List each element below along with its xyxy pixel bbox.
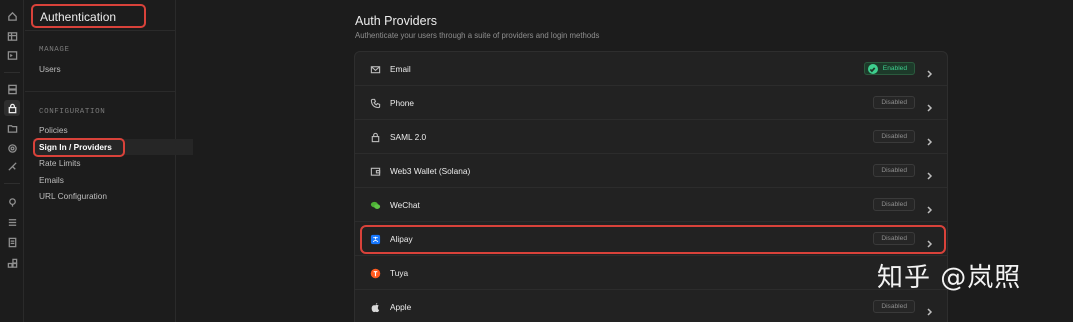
provider-name: Apple <box>390 302 412 312</box>
provider-row-wechat[interactable]: WeChat Disabled <box>355 188 947 222</box>
check-circle-icon <box>867 64 878 74</box>
chevron-right-icon <box>926 201 933 214</box>
sidebar-item-url-configuration[interactable]: URL Configuration <box>39 189 107 203</box>
realtime-icon[interactable] <box>4 140 20 156</box>
sidebar-item-users[interactable]: Users <box>39 62 61 76</box>
advisor-bulb-icon[interactable] <box>4 194 20 210</box>
integrations-icon[interactable] <box>4 255 20 271</box>
providers-list: Email Enabled Phone Disabled SAML 2.0 Di… <box>354 51 948 322</box>
section-heading-configuration: CONFIGURATION <box>39 108 106 116</box>
provider-row-saml[interactable]: SAML 2.0 Disabled <box>355 120 947 154</box>
lock-icon <box>369 131 381 143</box>
chevron-right-icon <box>926 133 933 146</box>
chevron-right-icon <box>926 65 933 78</box>
status-badge-disabled: Disabled <box>873 300 915 313</box>
database-icon[interactable] <box>4 81 20 97</box>
sidebar-item-policies[interactable]: Policies <box>39 123 68 137</box>
status-badge-disabled: Disabled <box>873 130 915 143</box>
status-text: Enabled <box>882 65 907 72</box>
sidebar-title: Authentication <box>31 4 146 28</box>
provider-name: Tuya <box>390 268 409 278</box>
icon-rail <box>0 0 24 322</box>
provider-name: WeChat <box>390 200 420 210</box>
wallet-icon <box>369 165 381 177</box>
provider-row-web3-wallet[interactable]: Web3 Wallet (Solana) Disabled <box>355 154 947 188</box>
table-icon[interactable] <box>4 28 20 44</box>
sidebar-divider <box>25 30 176 31</box>
docs-icon[interactable] <box>4 234 20 250</box>
chevron-right-icon <box>926 99 933 112</box>
provider-row-apple[interactable]: Apple Disabled <box>355 290 947 322</box>
provider-row-tuya[interactable]: Tuya <box>355 256 947 290</box>
provider-name: Phone <box>390 98 414 108</box>
chevron-right-icon <box>926 167 933 180</box>
status-badge-enabled: Enabled <box>863 62 915 75</box>
wechat-icon <box>369 199 381 211</box>
terminal-icon[interactable] <box>4 47 20 63</box>
provider-name: SAML 2.0 <box>390 132 427 142</box>
section-heading-manage: MANAGE <box>39 46 70 54</box>
mail-icon <box>369 63 381 75</box>
page-subtitle: Authenticate your users through a suite … <box>355 31 600 40</box>
auth-lock-icon[interactable] <box>4 100 20 116</box>
rail-divider <box>4 72 20 73</box>
provider-name: Web3 Wallet (Solana) <box>390 166 471 176</box>
chevron-right-icon <box>926 303 933 316</box>
annotation-highlight-box <box>33 138 125 157</box>
status-badge-disabled: Disabled <box>873 96 915 109</box>
sidebar-divider <box>25 91 176 92</box>
provider-row-email[interactable]: Email Enabled <box>355 52 947 86</box>
rail-divider <box>4 183 20 184</box>
provider-name: Email <box>390 64 411 74</box>
auth-sidebar: Authentication MANAGE Users CONFIGURATIO… <box>25 0 193 322</box>
functions-icon[interactable] <box>4 158 20 174</box>
annotation-highlight-box <box>360 225 946 254</box>
watermark-text: 知乎 @岚照 <box>877 263 1022 293</box>
provider-row-phone[interactable]: Phone Disabled <box>355 86 947 120</box>
page-title: Auth Providers <box>355 14 437 28</box>
tuya-icon <box>369 267 381 279</box>
status-badge-disabled: Disabled <box>873 198 915 211</box>
storage-icon[interactable] <box>4 120 20 136</box>
phone-icon <box>369 97 381 109</box>
home-icon[interactable] <box>4 8 20 24</box>
status-badge-disabled: Disabled <box>873 164 915 177</box>
sidebar-item-emails[interactable]: Emails <box>39 173 64 187</box>
sidebar-item-rate-limits[interactable]: Rate Limits <box>39 156 81 170</box>
list-icon[interactable] <box>4 214 20 230</box>
apple-icon <box>369 301 381 313</box>
